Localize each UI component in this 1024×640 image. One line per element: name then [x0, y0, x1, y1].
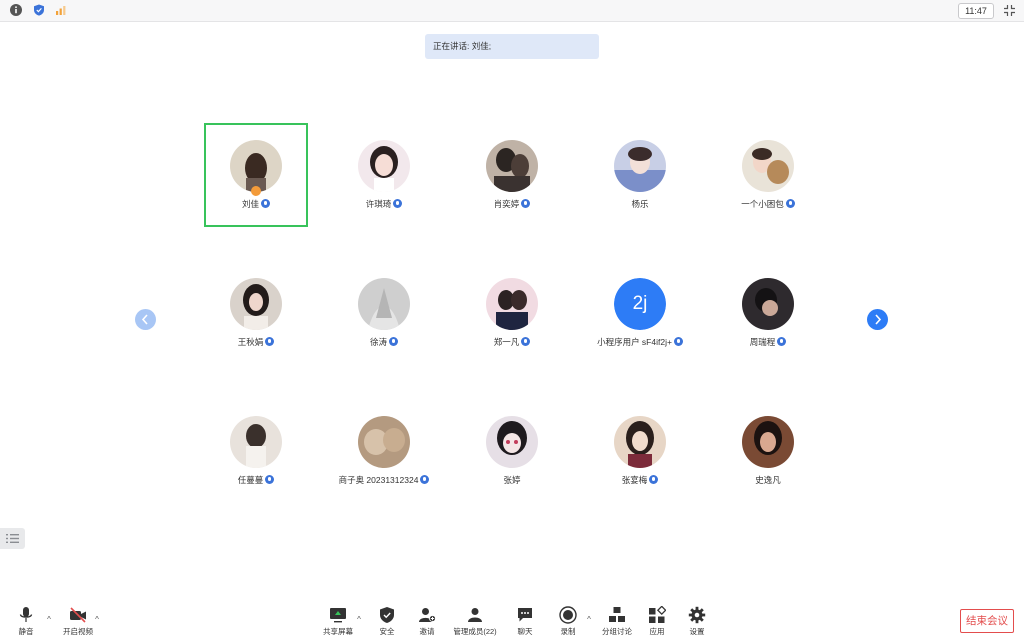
next-page-button[interactable]: [867, 309, 888, 330]
participant-name: 刘佳: [241, 199, 259, 209]
record-label: 录制: [560, 627, 576, 636]
share-screen-label: 共享屏幕: [323, 627, 353, 636]
participant-name: 史逸凡: [755, 475, 781, 485]
avatar: 2j: [614, 278, 666, 330]
participant-tile[interactable]: 2j 小程序用户 sF4if2j+: [588, 261, 692, 365]
list-icon: [6, 534, 19, 543]
participant-tile[interactable]: 刘佳: [204, 123, 308, 227]
avatar: [230, 278, 282, 330]
clock: 11:47: [958, 3, 994, 19]
mic-icon: [420, 475, 430, 484]
mic-icon: [265, 337, 275, 346]
participant-tile[interactable]: 徐涛: [332, 261, 436, 365]
prev-page-button[interactable]: [135, 309, 156, 330]
mute-label: 静音: [18, 627, 34, 636]
participant-name: 杨乐: [631, 199, 649, 209]
participant-list-toggle[interactable]: [0, 528, 25, 549]
participant-tile[interactable]: 商子奥 20231312324: [332, 399, 436, 503]
avatar: [614, 140, 666, 192]
participant-tile[interactable]: 任蔓蔓: [204, 399, 308, 503]
avatar: [486, 140, 538, 192]
gear-icon: [688, 606, 706, 624]
participant-name: 任蔓蔓: [237, 475, 264, 485]
microphone-icon: [19, 607, 33, 622]
avatar: [230, 140, 282, 192]
participant-tile[interactable]: 杨乐: [588, 123, 692, 227]
top-status-bar: 11:47: [0, 0, 1024, 22]
mic-icon: [521, 199, 531, 208]
avatar: [742, 278, 794, 330]
shield-icon[interactable]: [33, 4, 45, 16]
settings-button[interactable]: 设置: [671, 606, 723, 637]
participant-name: 张婷: [503, 475, 521, 485]
video-label: 开启视频: [63, 627, 93, 636]
fullscreen-exit-icon[interactable]: [1003, 4, 1016, 17]
mic-icon: [261, 199, 270, 208]
avatar: [614, 416, 666, 468]
manage-members-label: 管理成员(22): [453, 627, 497, 636]
security-shield-icon: [380, 607, 394, 623]
video-options-caret[interactable]: ^: [93, 616, 101, 624]
mic-icon: [393, 199, 403, 208]
avatar: [486, 278, 538, 330]
video-off-icon: [70, 607, 86, 623]
manage-members-button[interactable]: 管理成员(22): [449, 606, 501, 637]
signal-icon[interactable]: [55, 4, 67, 16]
chevron-right-icon: [875, 314, 882, 325]
participant-name: 王秋娟: [237, 337, 264, 347]
speaking-banner: 正在讲话: 刘佳;: [425, 34, 599, 59]
members-icon: [468, 608, 482, 622]
participant-tile[interactable]: 周瑞程: [716, 261, 820, 365]
add-user-icon: [419, 608, 436, 622]
apps-icon: [649, 606, 666, 623]
avatar: [358, 416, 410, 468]
record-icon: [559, 606, 577, 624]
participant-tile[interactable]: 肖奕婷: [460, 123, 564, 227]
avatar: [742, 416, 794, 468]
mic-icon: [389, 337, 398, 346]
avatar: [486, 416, 538, 468]
participant-name: 小程序用户 sF4if2j+: [597, 337, 672, 347]
avatar: [230, 416, 282, 468]
participant-tile[interactable]: 史逸凡: [716, 399, 820, 503]
invite-label: 邀请: [419, 627, 435, 636]
participant-name: 肖奕婷: [493, 199, 520, 209]
mic-icon: [673, 337, 683, 346]
participant-name: 商子奥 20231312324: [338, 475, 419, 485]
avatar-initials: 2j: [614, 278, 666, 330]
participant-tile[interactable]: 张宴梅: [588, 399, 692, 503]
mic-icon: [521, 337, 531, 346]
avatar: [358, 278, 410, 330]
end-meeting-button[interactable]: 结束会议: [960, 609, 1014, 633]
participant-tile[interactable]: 一个小困包: [716, 123, 820, 227]
participant-name: 郑一凡: [493, 337, 520, 347]
mic-icon: [265, 475, 275, 484]
participant-tile[interactable]: 张婷: [460, 399, 564, 503]
participant-name: 一个小困包: [741, 199, 784, 209]
participant-name: 周瑞程: [749, 337, 776, 347]
mic-icon: [649, 475, 659, 484]
participant-tile[interactable]: 许琪琦: [332, 123, 436, 227]
share-screen-icon: [330, 608, 346, 623]
mic-icon: [785, 199, 795, 208]
participant-tile[interactable]: 王秋娟: [204, 261, 308, 365]
invite-button[interactable]: 邀请: [401, 606, 453, 637]
mic-icon: [777, 337, 787, 346]
breakout-rooms-icon: [609, 607, 625, 622]
avatar: [742, 140, 794, 192]
info-icon[interactable]: [10, 4, 22, 16]
participant-name: 徐涛: [369, 337, 387, 347]
avatar: [358, 140, 410, 192]
settings-label: 设置: [689, 627, 705, 636]
participant-tile[interactable]: 郑一凡: [460, 261, 564, 365]
chevron-left-icon: [141, 314, 148, 325]
participant-name: 张宴梅: [621, 475, 648, 485]
chat-icon: [518, 608, 532, 622]
participant-name: 许琪琦: [365, 199, 392, 209]
hand-raise-icon: [251, 186, 261, 196]
